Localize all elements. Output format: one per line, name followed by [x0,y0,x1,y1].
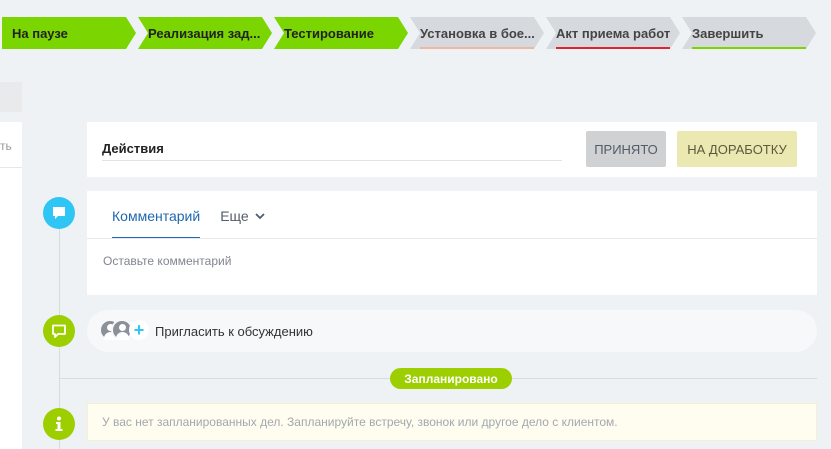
left-panel-header [0,82,22,112]
stage-2[interactable]: Реализация зад... [138,17,272,49]
stage-4[interactable]: Установка в бое... [410,17,544,49]
stage-3[interactable]: Тестирование [274,17,408,49]
comment-timeline-icon [43,197,75,229]
planned-badge: Запланировано [390,368,512,389]
tab-comment[interactable]: Комментарий [112,208,201,239]
empty-planned-message: У вас нет запланированных дел. Запланиру… [87,403,817,441]
actions-underline [102,160,562,161]
stage-indicator-bar [420,47,534,49]
stage-label: Установка в бое... [420,25,535,41]
left-panel: ть [0,122,22,449]
accept-button[interactable]: Принято [586,131,666,167]
chat-icon [52,324,66,338]
invite-to-discussion[interactable]: + Пригласить к обсуждению [87,310,817,352]
stage-indicator-bar [692,47,806,49]
avatar-group: + [99,319,159,343]
stage-label: Завершить [692,25,764,41]
stage-label: Акт приема работ [556,25,671,41]
actions-card: Действия Принято На доработку [87,122,817,177]
info-timeline-icon [43,408,75,440]
comment-editor: Комментарий Еще [87,191,817,295]
tab-more-label: Еще [220,208,249,224]
left-panel-text: ть [0,139,12,153]
rework-button[interactable]: На доработку [677,131,797,167]
stage-label: Тестирование [284,25,374,41]
stage-label: Реализация зад... [148,25,261,41]
stage-6[interactable]: Завершить [682,17,816,49]
info-icon [55,416,63,431]
stage-label: На паузе [12,25,68,41]
plus-icon: + [129,320,149,340]
comment-tabs: Комментарий Еще [112,208,285,239]
discussion-timeline-icon [43,315,75,347]
stage-indicator-bar [556,47,670,49]
left-panel-divider [0,167,22,168]
chevron-down-icon [255,213,265,220]
speech-bubble-icon [53,207,65,219]
actions-title: Действия [102,141,164,156]
tab-more[interactable]: Еще [220,208,265,239]
comment-input[interactable] [103,249,803,273]
stage-pipeline: На паузе Реализация зад... Тестирование Уст… [2,17,818,49]
stage-1[interactable]: На паузе [2,17,136,49]
comment-divider [87,238,817,239]
stage-5[interactable]: Акт приема работ [546,17,680,49]
invite-label: Пригласить к обсуждению [155,323,313,339]
